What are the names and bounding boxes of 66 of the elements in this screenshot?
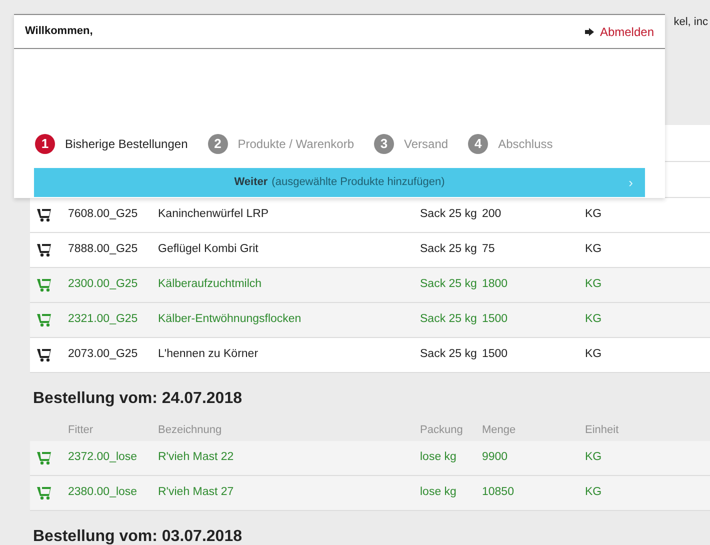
step-label[interactable]: Versand (404, 135, 448, 153)
table-cell: 7888.00_G25 (68, 243, 138, 256)
table-cell: 1500 (482, 348, 508, 360)
table-row[interactable]: 2380.00_lose R'vieh Mast 27 lose kg 10850 KG (30, 476, 710, 511)
table-cell: KG (585, 243, 602, 256)
table-cell: KG (585, 313, 602, 326)
step-label[interactable]: Produkte / Warenkorb (238, 135, 354, 153)
chevron-icon: › (628, 172, 633, 192)
table-cell: 2321.00_G25 (68, 313, 138, 326)
column-header: Einheit (585, 424, 619, 436)
continue-button[interactable]: Weiter (ausgewählte Produkte hinzufügen) › (34, 168, 645, 197)
order-heading: Bestellung vom: 03.07.2018 (32, 527, 243, 545)
step-label[interactable]: Abschluss (498, 135, 553, 153)
table-cell: lose kg (420, 451, 456, 464)
table-row[interactable]: 7888.00_G25 Geflügel Kombi Grit Sack 25 kg 75 KG (30, 233, 710, 268)
table-cell: KG (585, 278, 602, 290)
step-number[interactable]: 2 (208, 134, 228, 154)
table-cell: 7608.00_G25 (68, 208, 138, 220)
background-text: kel, inc (674, 15, 708, 30)
table-cell: Sack 25 kg (420, 243, 477, 256)
table-cell: Sack 25 kg (420, 208, 477, 220)
order-heading: Bestellung vom: 24.07.2018 (32, 389, 243, 409)
table-cell: 2372.00_lose (68, 451, 138, 464)
cart-icon[interactable] (37, 244, 51, 256)
table-row[interactable]: 2372.00_lose R'vieh Mast 22 lose kg 9900 KG (30, 441, 710, 476)
table-cell: KG (585, 208, 602, 220)
table-cell: Sack 25 kg (420, 348, 477, 360)
greeting: Willkommen, (25, 24, 93, 40)
table-cell: 1500 (482, 313, 508, 326)
table-cell: KG (585, 451, 602, 464)
table-cell: Sack 25 kg (420, 313, 477, 326)
step-label[interactable]: Bisherige Bestellungen (65, 135, 188, 153)
column-header: Fitter (68, 424, 94, 436)
table-cell: Geflügel Kombi Grit (158, 243, 258, 256)
step-number[interactable]: 3 (374, 134, 394, 154)
cart-icon[interactable] (37, 208, 51, 222)
column-header: Menge (482, 424, 516, 436)
cart-icon[interactable] (37, 348, 51, 362)
column-header: Packung (420, 424, 463, 436)
table-cell: KG (585, 348, 602, 360)
table-cell: lose kg (420, 486, 456, 498)
table-cell: KG (585, 486, 602, 498)
table-cell: L'hennen zu Körner (158, 348, 258, 360)
table-cell: 200 (482, 208, 502, 220)
table-cell: Kälber-Entwöhnungsflocken (158, 313, 302, 326)
step-number[interactable]: 4 (468, 134, 488, 154)
column-header: Bezeichnung (158, 424, 222, 436)
table-cell: 1800 (482, 278, 508, 290)
table-cell: 2073.00_G25 (68, 348, 138, 360)
table-cell: Sack 25 kg (420, 278, 477, 290)
table-cell: R'vieh Mast 27 (158, 486, 234, 498)
table-cell: Kaninchenwürfel LRP (158, 208, 269, 220)
logout-icon (584, 28, 594, 36)
table-cell: 2300.00_G25 (68, 278, 138, 290)
table-cell: Kälberaufzuchtmilch (158, 278, 262, 290)
logout-link[interactable]: Abmelden (584, 22, 654, 40)
table-row[interactable]: 2300.00_G25 Kälberaufzuchtmilch Sack 25 kg 1800 KG (30, 268, 710, 303)
table-cell: R'vieh Mast 22 (158, 451, 234, 464)
table-row[interactable]: 7608.00_G25 Kaninchenwürfel LRP Sack 25 kg 200 KG (30, 198, 710, 233)
table-cell: 10850 (482, 486, 514, 498)
table-cell: 75 (482, 243, 495, 256)
table-cell: 9900 (482, 451, 508, 464)
step-number[interactable]: 1 (35, 134, 55, 154)
table-row[interactable]: 2073.00_G25 L'hennen zu Körner Sack 25 kg 1500 KG (30, 338, 710, 373)
table-cell: 2380.00_lose (68, 486, 138, 498)
table-row[interactable]: 2321.00_G25 Kälber-Entwöhnungsflocken Sack 25 kg 1500 KG (30, 303, 710, 338)
